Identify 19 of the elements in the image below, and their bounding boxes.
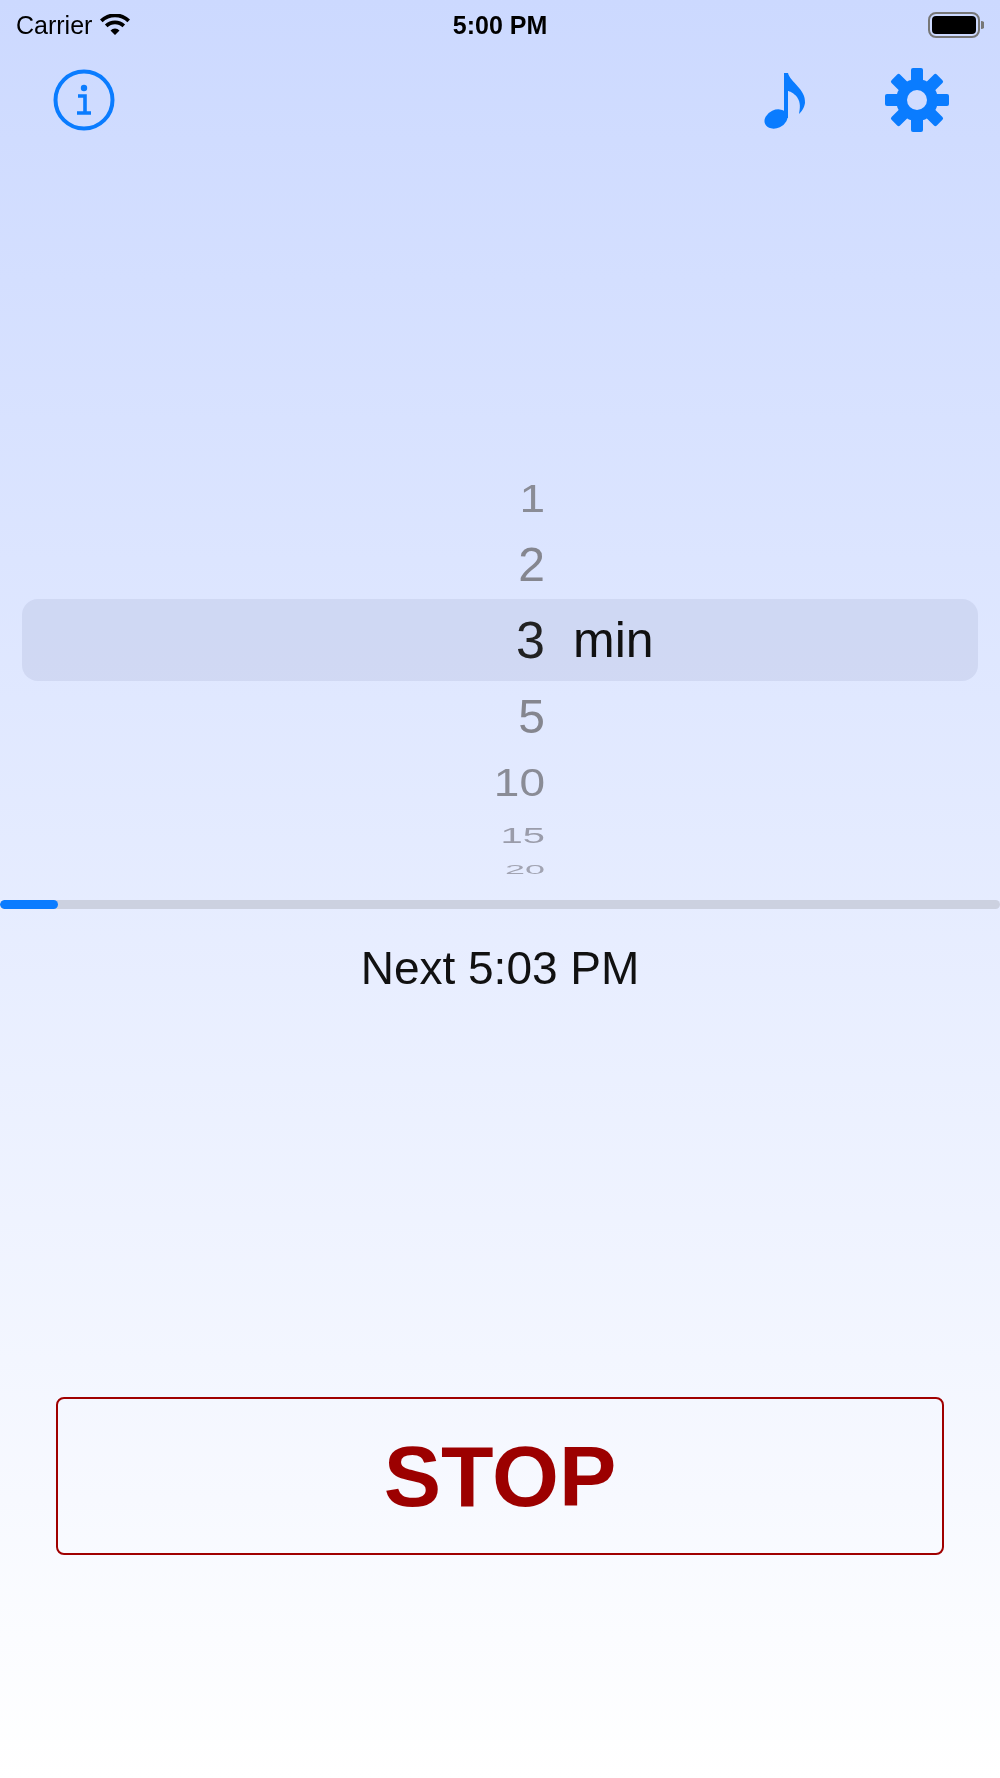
picker-value[interactable]: 20: [22, 862, 545, 878]
unit-label: min: [572, 611, 655, 669]
picker-value[interactable]: 2: [22, 536, 545, 592]
info-icon: [53, 69, 115, 131]
picker-value[interactable]: 15: [22, 823, 545, 848]
picker-value[interactable]: 5: [22, 688, 545, 744]
settings-button[interactable]: [884, 67, 950, 133]
clock-time: 5:00 PM: [452, 10, 548, 40]
next-time-label: Next 5:03 PM: [360, 941, 640, 995]
picker-value[interactable]: 1: [22, 475, 545, 521]
picker-value[interactable]: 10: [22, 759, 545, 805]
settings-icon: [884, 67, 950, 133]
stop-button[interactable]: STOP: [56, 1397, 944, 1555]
wifi-icon: [100, 14, 131, 36]
picker-value: 3: [515, 610, 545, 670]
battery-icon: [928, 12, 984, 38]
info-button[interactable]: [53, 69, 115, 131]
picker-selection[interactable]: 3 min: [22, 599, 978, 681]
carrier-label: Carrier: [16, 10, 93, 40]
